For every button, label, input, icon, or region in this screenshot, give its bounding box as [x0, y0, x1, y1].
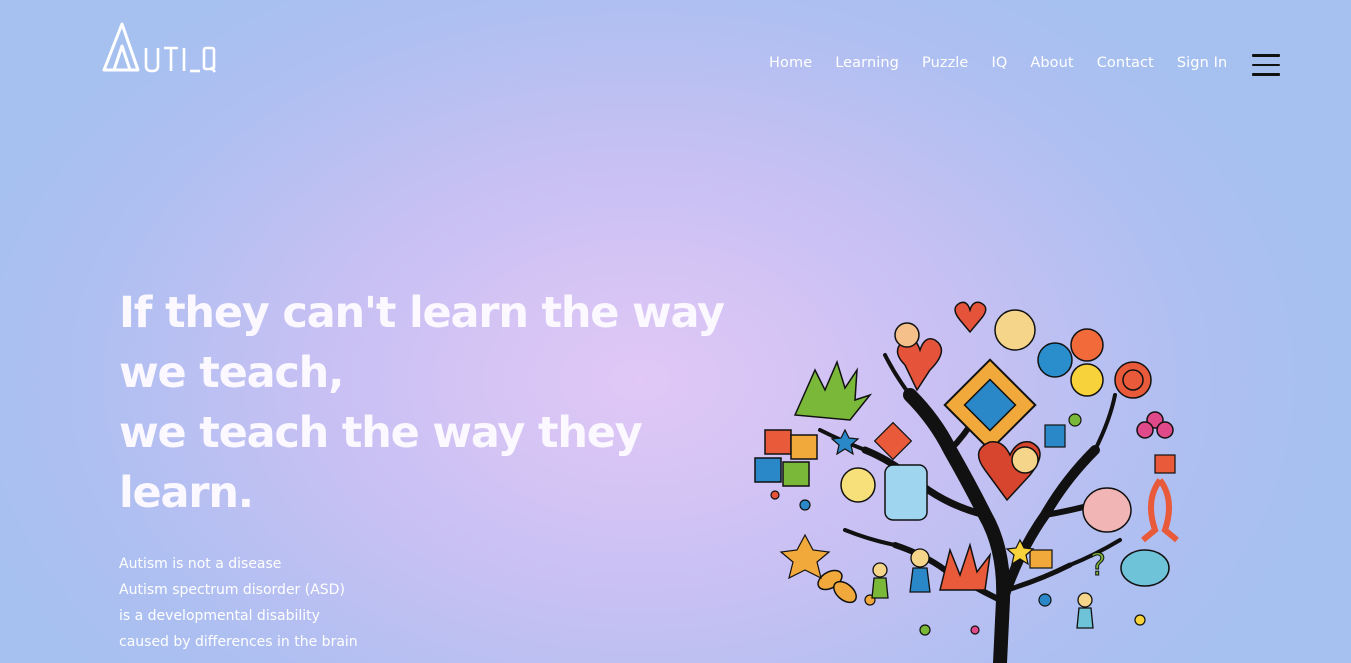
- description-line: caused by differences in the brain: [119, 634, 358, 650]
- hero-title-line: we teach,: [119, 348, 344, 398]
- nav-sign-in[interactable]: Sign In: [1177, 55, 1227, 71]
- hamburger-menu-icon[interactable]: [1252, 54, 1280, 76]
- nav-learning[interactable]: Learning: [835, 55, 899, 71]
- puzzle-tree-illustration: ?: [754, 301, 1179, 663]
- main-nav: Home Learning Puzzle IQ About Contact Si…: [769, 55, 1250, 71]
- nav-home[interactable]: Home: [769, 55, 812, 71]
- description-line: is a developmental disability: [119, 608, 320, 624]
- nav-puzzle[interactable]: Puzzle: [922, 55, 968, 71]
- brand-logo[interactable]: [102, 22, 218, 74]
- nav-about[interactable]: About: [1030, 55, 1073, 71]
- svg-text:?: ?: [1090, 548, 1106, 583]
- hero-title: If they can't learn the way we teach, we…: [119, 283, 725, 523]
- hero-title-line: learn.: [119, 468, 254, 518]
- description-line: Autism is not a disease: [119, 556, 282, 572]
- hero-description: Autism is not a disease Autism spectrum …: [119, 551, 358, 655]
- nav-contact[interactable]: Contact: [1097, 55, 1154, 71]
- hero-title-line: we teach the way they: [119, 408, 643, 458]
- description-line: Autism spectrum disorder (ASD): [119, 582, 345, 598]
- nav-iq[interactable]: IQ: [991, 55, 1007, 71]
- hero-title-line: If they can't learn the way: [119, 288, 725, 338]
